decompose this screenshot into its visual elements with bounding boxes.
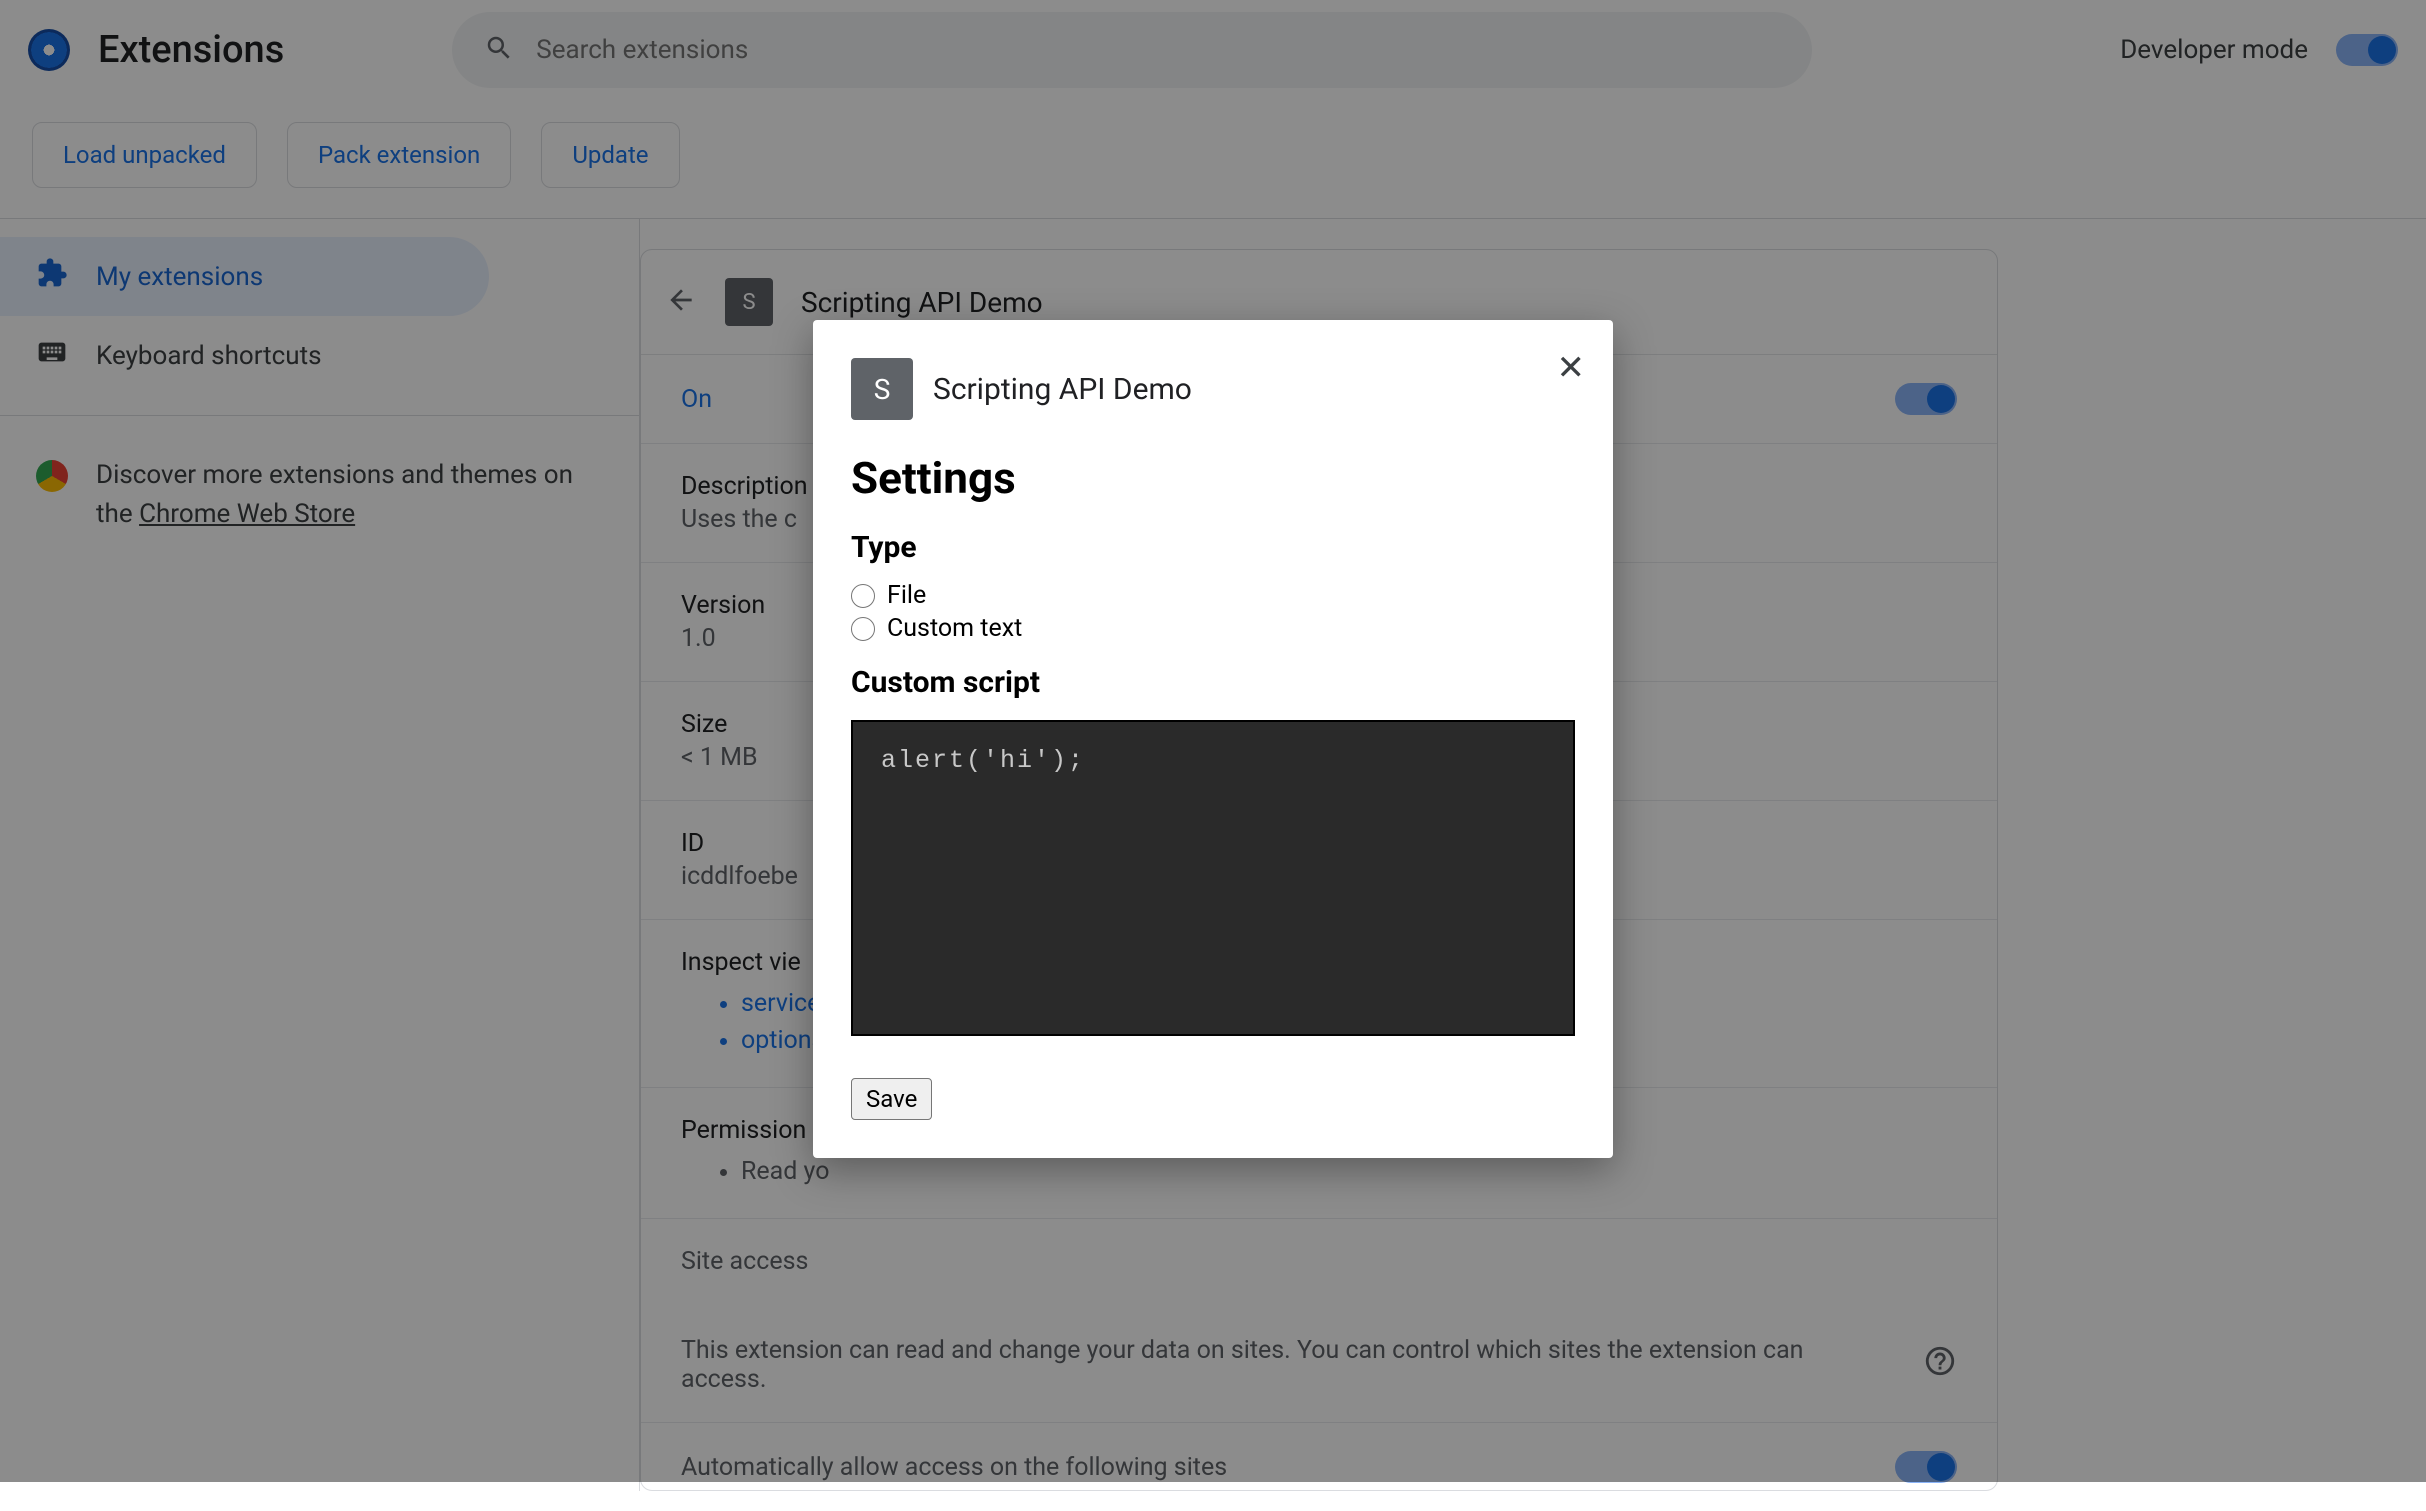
save-button[interactable]: Save <box>851 1078 932 1120</box>
radio-label: Custom text <box>887 614 1022 643</box>
settings-modal: ✕ S Scripting API Demo Settings Type Fil… <box>813 320 1613 1158</box>
modal-overlay: ✕ S Scripting API Demo Settings Type Fil… <box>0 0 2426 1482</box>
type-heading: Type <box>851 530 1575 565</box>
custom-script-heading: Custom script <box>851 665 1575 700</box>
type-radio-file[interactable]: File <box>851 579 1575 612</box>
modal-extension-name: Scripting API Demo <box>933 372 1192 407</box>
radio-label: File <box>887 581 926 610</box>
type-radio-custom-text[interactable]: Custom text <box>851 612 1575 645</box>
custom-script-textarea[interactable] <box>851 720 1575 1036</box>
modal-extension-badge: S <box>851 358 913 420</box>
settings-heading: Settings <box>851 452 1575 504</box>
close-icon[interactable]: ✕ <box>1557 348 1586 388</box>
